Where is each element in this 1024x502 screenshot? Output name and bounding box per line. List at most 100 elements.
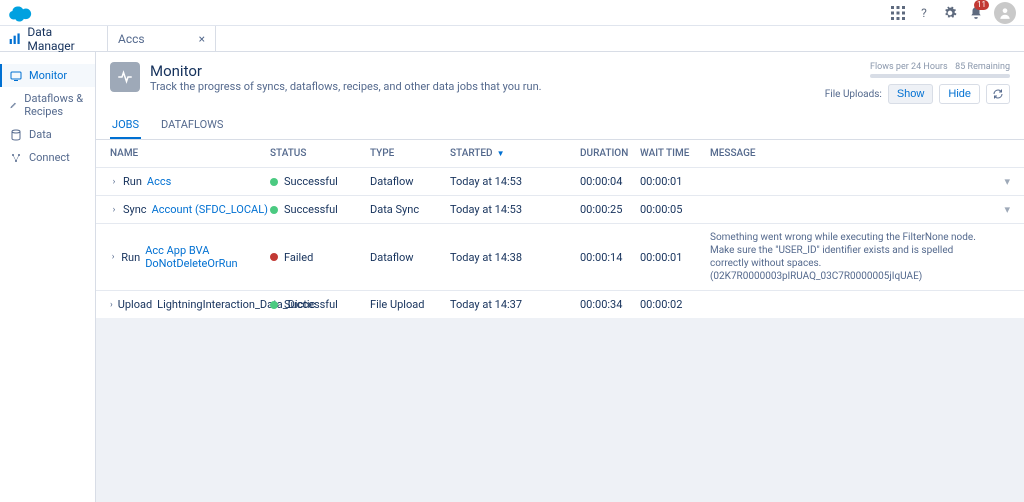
status-cell: Successful bbox=[270, 203, 370, 216]
status-dot-icon bbox=[270, 206, 278, 214]
wait-cell: 00:00:01 bbox=[640, 175, 710, 188]
type-cell: Data Sync bbox=[370, 203, 450, 216]
flows-meter: Flows per 24 Hours 85 Remaining bbox=[870, 62, 1010, 78]
col-type[interactable]: TYPE bbox=[370, 148, 450, 159]
duration-cell: 00:00:34 bbox=[580, 298, 640, 311]
col-name[interactable]: NAME bbox=[110, 148, 270, 159]
sidebar-item-label: Connect bbox=[29, 151, 70, 164]
type-cell: Dataflow bbox=[370, 251, 450, 264]
col-duration[interactable]: DURATION bbox=[580, 148, 640, 159]
app-name-cell[interactable]: Data Manager bbox=[0, 26, 108, 51]
sidebar-item-connect[interactable]: Connect bbox=[0, 146, 95, 169]
started-cell: Today at 14:37 bbox=[450, 298, 580, 311]
connect-icon bbox=[10, 152, 22, 164]
page-title: Monitor bbox=[150, 62, 542, 80]
sidebar-item-dataflows-recipes[interactable]: Dataflows & Recipes bbox=[0, 87, 95, 123]
col-message[interactable]: MESSAGE bbox=[710, 148, 990, 159]
tabset: JOBS DATAFLOWS bbox=[110, 112, 1010, 139]
status-cell: Successful bbox=[270, 298, 370, 311]
refresh-button[interactable] bbox=[986, 84, 1010, 104]
brand-logo[interactable] bbox=[8, 4, 34, 22]
monitor-icon bbox=[10, 70, 22, 82]
job-action: Sync bbox=[123, 203, 147, 216]
name-cell: ›Upload LightningInteraction_Data_Dictic bbox=[110, 298, 270, 311]
job-name[interactable]: Account (SFDC_LOCAL) bbox=[152, 203, 268, 216]
expand-chevron-icon[interactable]: › bbox=[110, 205, 118, 215]
context-bar: Data Manager Accs × bbox=[0, 26, 1024, 52]
col-status[interactable]: STATUS bbox=[270, 148, 370, 159]
left-sidebar: Monitor Dataflows & Recipes Data Connect bbox=[0, 52, 96, 502]
job-name[interactable]: Accs bbox=[147, 175, 171, 188]
sidebar-item-label: Monitor bbox=[29, 69, 67, 82]
salesforce-cloud-icon bbox=[8, 4, 34, 22]
job-action: Run bbox=[123, 175, 142, 188]
row-menu-button[interactable]: ▾ bbox=[990, 203, 1010, 216]
global-header: ? 11 bbox=[0, 0, 1024, 26]
job-name[interactable]: Acc App BVA DoNotDeleteOrRun bbox=[145, 244, 270, 270]
duration-cell: 00:00:04 bbox=[580, 175, 640, 188]
sidebar-item-label: Data bbox=[29, 128, 52, 141]
notifications-bell-icon[interactable]: 11 bbox=[968, 5, 984, 21]
flows-label: Flows per 24 Hours bbox=[870, 62, 948, 72]
pencil-icon bbox=[10, 99, 17, 111]
wait-cell: 00:00:05 bbox=[640, 203, 710, 216]
status-cell: Successful bbox=[270, 175, 370, 188]
status-dot-icon bbox=[270, 178, 278, 186]
monitor-page-icon bbox=[110, 62, 140, 92]
table-row: ›Run Acc App BVA DoNotDeleteOrRun Failed D… bbox=[96, 223, 1024, 290]
file-uploads-label: File Uploads: bbox=[825, 89, 882, 100]
started-cell: Today at 14:53 bbox=[450, 175, 580, 188]
status-text: Successful bbox=[284, 175, 338, 188]
status-dot-icon bbox=[270, 253, 278, 261]
user-avatar[interactable] bbox=[994, 2, 1016, 24]
wait-cell: 00:00:01 bbox=[640, 251, 710, 264]
data-manager-icon bbox=[8, 32, 21, 46]
wait-cell: 00:00:02 bbox=[640, 298, 710, 311]
setup-gear-icon[interactable] bbox=[942, 5, 958, 21]
row-menu-button[interactable]: ▾ bbox=[990, 175, 1010, 188]
file-uploads-show-button[interactable]: Show bbox=[888, 84, 934, 104]
message-cell: Something went wrong while executing the… bbox=[710, 231, 990, 283]
database-icon bbox=[10, 129, 22, 141]
expand-chevron-icon[interactable]: › bbox=[110, 177, 118, 187]
page-subtitle: Track the progress of syncs, dataflows, … bbox=[150, 80, 542, 93]
sort-desc-icon: ▼ bbox=[497, 149, 505, 158]
table-row: › Sync Account (SFDC_LOCAL) Successful Data… bbox=[96, 195, 1024, 223]
help-icon[interactable]: ? bbox=[916, 5, 932, 21]
expand-chevron-icon[interactable]: › bbox=[110, 300, 113, 310]
status-cell: Failed bbox=[270, 251, 370, 264]
col-wait[interactable]: WAIT TIME bbox=[640, 148, 710, 159]
sidebar-item-label: Dataflows & Recipes bbox=[24, 92, 85, 118]
status-text: Failed bbox=[284, 251, 313, 264]
tab-jobs[interactable]: JOBS bbox=[110, 112, 141, 139]
col-started[interactable]: STARTED ▼ bbox=[450, 148, 580, 159]
started-cell: Today at 14:53 bbox=[450, 203, 580, 216]
sidebar-item-monitor[interactable]: Monitor bbox=[0, 64, 95, 87]
tab-dataflows[interactable]: DATAFLOWS bbox=[159, 112, 225, 139]
type-cell: Dataflow bbox=[370, 175, 450, 188]
notification-badge: 11 bbox=[974, 0, 989, 10]
workspace-tab[interactable]: Accs × bbox=[108, 26, 216, 51]
status-text: Successful bbox=[284, 298, 338, 311]
workspace-tab-label: Accs bbox=[118, 32, 145, 46]
sidebar-item-data[interactable]: Data bbox=[0, 123, 95, 146]
page-header: Monitor Track the progress of syncs, dat… bbox=[96, 52, 1024, 140]
table-row: › Run Accs Successful DataflowToday at 14:5… bbox=[96, 167, 1024, 195]
table-row: ›Upload LightningInteraction_Data_Dictic… bbox=[96, 290, 1024, 318]
name-cell: › Run Accs bbox=[110, 175, 270, 188]
started-cell: Today at 14:38 bbox=[450, 251, 580, 264]
main-panel: Monitor Track the progress of syncs, dat… bbox=[96, 52, 1024, 502]
duration-cell: 00:00:14 bbox=[580, 251, 640, 264]
header-utilities: ? 11 bbox=[890, 2, 1016, 24]
name-cell: ›Run Acc App BVA DoNotDeleteOrRun bbox=[110, 244, 270, 270]
app-launcher-icon[interactable] bbox=[890, 5, 906, 21]
status-dot-icon bbox=[270, 301, 278, 309]
name-cell: › Sync Account (SFDC_LOCAL) bbox=[110, 203, 270, 216]
duration-cell: 00:00:25 bbox=[580, 203, 640, 216]
file-uploads-hide-button[interactable]: Hide bbox=[939, 84, 980, 104]
app-name-label: Data Manager bbox=[27, 25, 99, 53]
expand-chevron-icon[interactable]: › bbox=[110, 252, 116, 262]
status-text: Successful bbox=[284, 203, 338, 216]
close-tab-icon[interactable]: × bbox=[199, 32, 205, 46]
job-action: Upload bbox=[118, 298, 152, 311]
